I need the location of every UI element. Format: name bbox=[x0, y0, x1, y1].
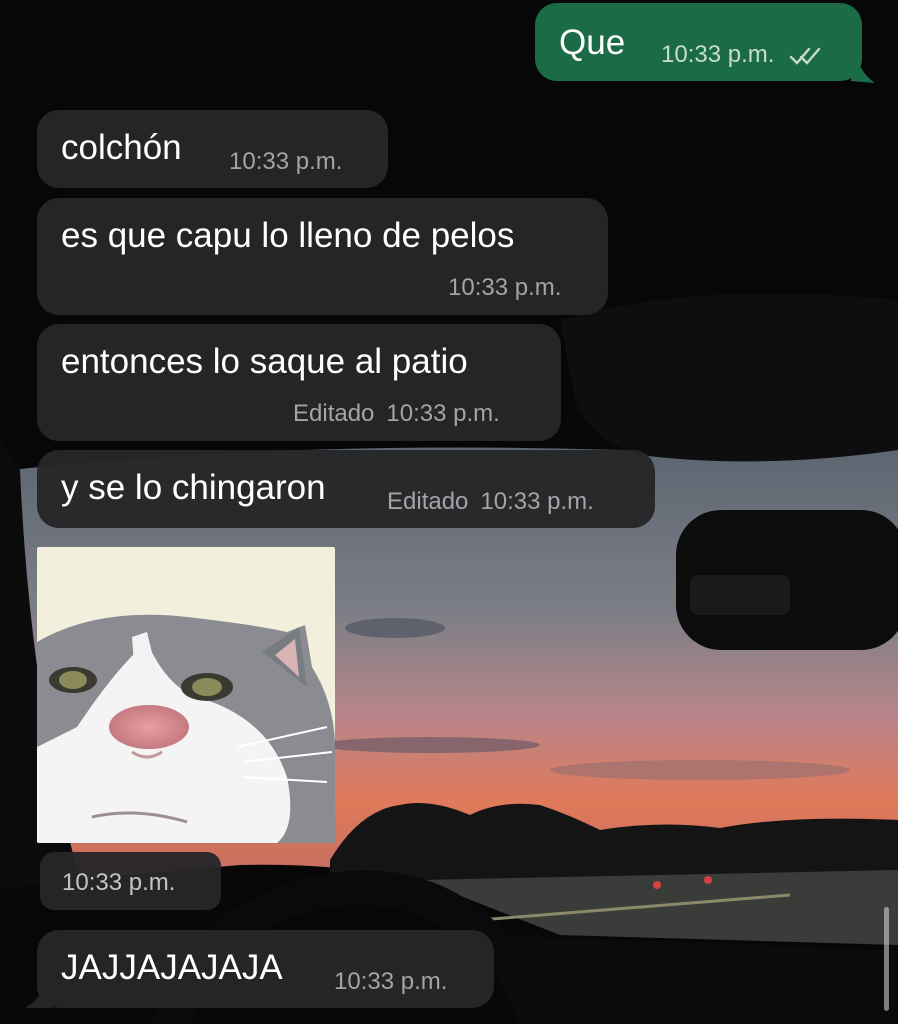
message-bubble-incoming[interactable]: es que capu lo lleno de pelos 10:33 p.m. bbox=[37, 198, 608, 315]
message-text: entonces lo saque al patio bbox=[61, 342, 468, 381]
edited-label: Editado bbox=[293, 400, 375, 427]
timestamp-text: 10:33 p.m. bbox=[386, 400, 500, 427]
message-text: colchón bbox=[61, 128, 182, 167]
message-timestamp: Editado 10:33 p.m. bbox=[293, 400, 500, 428]
message-timestamp: Editado 10:33 p.m. bbox=[387, 488, 594, 516]
message-text: Que bbox=[559, 23, 626, 62]
message-timestamp: 10:33 p.m. bbox=[62, 869, 176, 896]
cat-selfie-photo[interactable] bbox=[37, 547, 335, 843]
bubble-tail bbox=[25, 986, 53, 1008]
message-text: JAJJAJAJAJA bbox=[61, 948, 283, 987]
message-text: es que capu lo lleno de pelos bbox=[61, 216, 515, 255]
message-timestamp: 10:33 p.m. bbox=[334, 968, 448, 995]
message-bubble-incoming[interactable]: y se lo chingaron Editado 10:33 p.m. bbox=[37, 450, 655, 528]
message-bubble-outgoing[interactable]: Que 10:33 p.m. bbox=[535, 3, 875, 83]
scrollbar[interactable] bbox=[884, 907, 889, 1011]
message-timestamp: 10:33 p.m. bbox=[661, 41, 823, 69]
edited-label: Editado bbox=[387, 488, 469, 515]
message-bubble-incoming[interactable]: entonces lo saque al patio Editado 10:33 … bbox=[37, 324, 561, 441]
message-bubble-incoming[interactable]: JAJJAJAJAJA 10:33 p.m. bbox=[25, 930, 494, 1008]
message-timestamp: 10:33 p.m. bbox=[448, 274, 562, 301]
message-text: y se lo chingaron bbox=[61, 468, 326, 507]
double-check-icon bbox=[789, 47, 821, 65]
image-timestamp-pill: 10:33 p.m. bbox=[40, 852, 221, 910]
message-bubble-incoming[interactable]: colchón 10:33 p.m. bbox=[37, 110, 388, 188]
bubble-tail bbox=[851, 61, 875, 83]
cat-photo-drawing bbox=[37, 547, 335, 843]
timestamp-text: 10:33 p.m. bbox=[480, 488, 594, 515]
message-timestamp: 10:33 p.m. bbox=[229, 148, 343, 175]
timestamp-text: 10:33 p.m. bbox=[661, 41, 775, 68]
